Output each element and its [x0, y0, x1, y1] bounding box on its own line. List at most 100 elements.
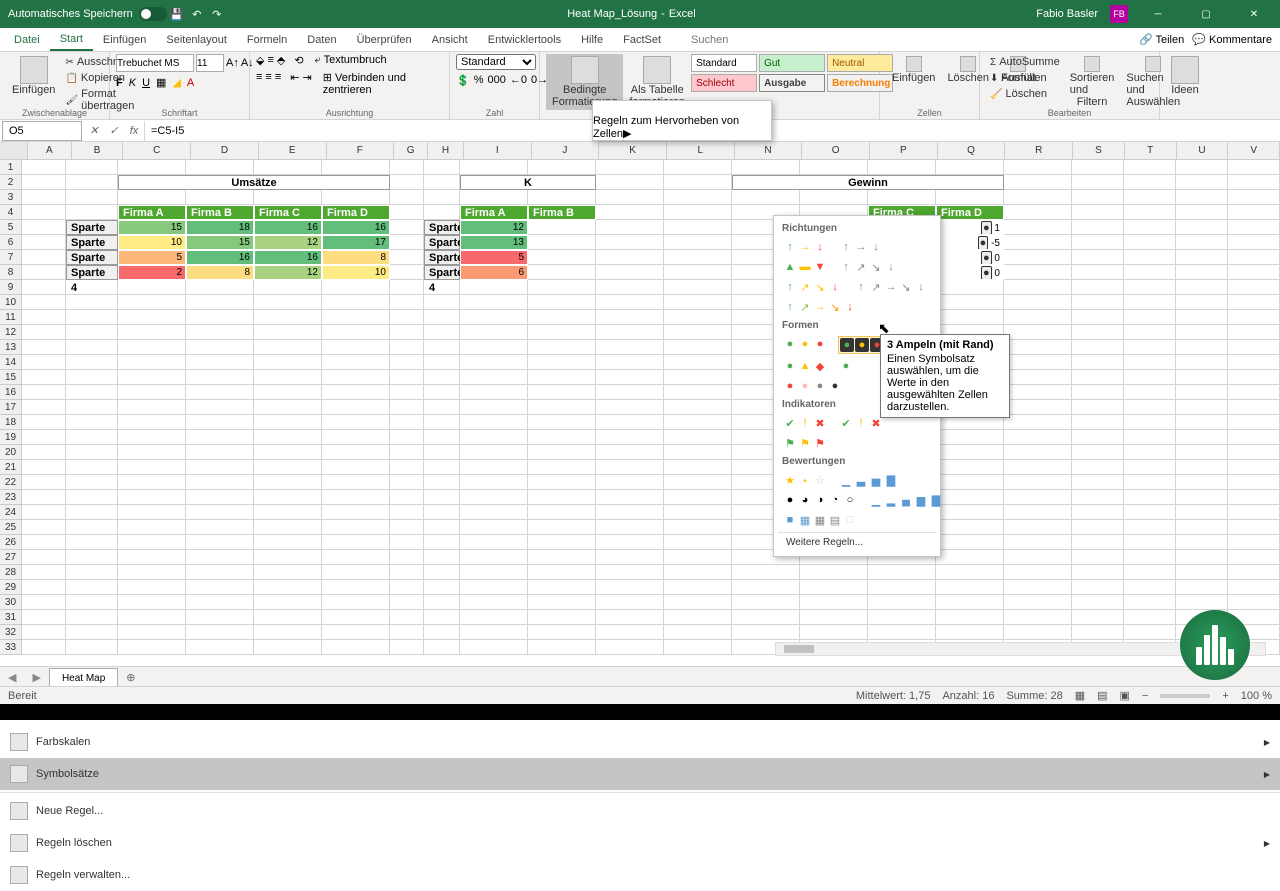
tab-factset[interactable]: FactSet [613, 30, 671, 50]
comma-icon[interactable]: 000 [487, 74, 505, 87]
cf-clear-rules[interactable]: Regeln löschen▶ [0, 827, 1280, 859]
tab-formeln[interactable]: Formeln [237, 30, 297, 50]
align-left-icon[interactable]: ≡ [256, 71, 262, 96]
sheet-area[interactable]: ABC DEF GHI JKL NOP QRS TUV 123456789101… [0, 142, 1280, 662]
italic-button[interactable]: K [129, 77, 136, 89]
insert-cells-button[interactable]: Einfügen [886, 54, 941, 86]
undo-icon[interactable]: ↶ [190, 7, 204, 21]
orient-icon[interactable]: ⟲ [294, 54, 303, 67]
view-layout-icon[interactable]: ▤ [1097, 689, 1107, 702]
fx-icon[interactable]: fx [124, 125, 144, 137]
user-badge[interactable]: FB [1110, 5, 1128, 23]
iconset-3arrows-gray[interactable]: ↑→↓ [838, 239, 884, 255]
font-grow-icon[interactable]: A↑ [226, 57, 239, 69]
close-icon[interactable]: ✕ [1236, 0, 1272, 28]
iconset-4arrows-gray[interactable]: ↑↗↘↓ [838, 259, 899, 275]
cf-manage-rules[interactable]: Regeln verwalten... [0, 859, 1280, 891]
font-color-icon[interactable]: A [187, 77, 194, 89]
autosum-button[interactable]: Σ AutoSumme [986, 54, 1064, 70]
wrap-button[interactable]: ⤶ Textumbruch [315, 54, 387, 67]
sheet-tab[interactable]: Heat Map [49, 668, 118, 688]
tab-einfuegen[interactable]: Einfügen [93, 30, 156, 50]
view-normal-icon[interactable]: ▦ [1075, 689, 1085, 702]
bold-button[interactable]: F [116, 77, 123, 89]
iconset-3symbols-circled[interactable]: ✔!✖ [782, 415, 828, 431]
maximize-icon[interactable]: ▢ [1188, 0, 1224, 28]
dec-inc-icon[interactable]: ←0 [510, 74, 527, 87]
iconset-more-rules[interactable]: Weitere Regeln... [778, 532, 936, 552]
iconset-5quarters[interactable]: ●◕◑◔○ [782, 492, 858, 508]
view-break-icon[interactable]: ▣ [1120, 689, 1130, 702]
comments-button[interactable]: 💬 Kommentare [1192, 33, 1272, 46]
align-right-icon[interactable]: ≡ [275, 71, 281, 96]
iconset-3symbols-uncircled[interactable]: ✔!✖ [838, 415, 884, 431]
zoom-out-icon[interactable]: − [1142, 690, 1148, 702]
style-ausgabe[interactable]: Ausgabe [759, 74, 825, 92]
iconset-3arrows-color[interactable]: ↑→↓ [782, 239, 828, 255]
share-button[interactable]: 🔗 Teilen [1139, 33, 1184, 46]
align-top-icon[interactable]: ⬙ [256, 54, 264, 67]
indent-dec-icon[interactable]: ⇤ [290, 71, 299, 96]
iconset-5bars[interactable]: ▁▂▄▆▇ [868, 492, 944, 508]
cf-iconsets[interactable]: Symbolsätze▶ [0, 758, 1280, 790]
currency-icon[interactable]: 💲 [456, 74, 470, 87]
autosave-toggle[interactable]: Automatisches Speichern [8, 7, 167, 21]
zoom-slider[interactable] [1160, 694, 1210, 698]
iconset-rb-circles[interactable]: ●●●● [782, 378, 843, 394]
iconset-4bars[interactable]: ▁▃▅▇ [838, 472, 899, 488]
iconset-5boxes[interactable]: ■▦▦▤□ [782, 512, 858, 528]
tab-nav-next[interactable]: ▶ [24, 671, 48, 684]
number-format[interactable]: Standard [456, 54, 536, 70]
name-box[interactable] [2, 121, 82, 141]
iconset-5arrows-color[interactable]: ↑↗→↘↓ [782, 299, 858, 315]
ideas-button[interactable]: Ideen [1166, 54, 1204, 98]
percent-icon[interactable]: % [474, 74, 484, 87]
tab-entwicklertools[interactable]: Entwicklertools [478, 30, 571, 50]
select-all[interactable] [0, 142, 28, 159]
font-size[interactable] [196, 54, 224, 72]
fill-color-icon[interactable]: ◢ [172, 76, 180, 89]
paste-button[interactable]: Einfügen [6, 54, 61, 114]
save-icon[interactable]: 💾 [170, 7, 184, 21]
search-input[interactable] [691, 34, 841, 46]
iconset-4arrows-color[interactable]: ↑↗↘↓ [782, 279, 843, 295]
style-gut[interactable]: Gut [759, 54, 825, 72]
iconset-3signs[interactable]: ●▲◆ [782, 358, 828, 374]
cf-colorscales[interactable]: Farbskalen▶ [0, 726, 1280, 758]
redo-icon[interactable]: ↷ [210, 7, 224, 21]
align-center-icon[interactable]: ≡ [265, 71, 271, 96]
clear-button[interactable]: 🧹 Löschen [986, 86, 1064, 102]
iconset-3traffic-rimmed[interactable]: ●●● [838, 336, 886, 354]
indent-inc-icon[interactable]: ⇥ [302, 71, 311, 96]
toggle-switch[interactable] [139, 7, 167, 21]
zoom-in-icon[interactable]: + [1222, 690, 1228, 702]
sort-filter-button[interactable]: Sortieren undFiltern [1064, 54, 1121, 110]
tab-seitenlayout[interactable]: Seitenlayout [156, 30, 237, 50]
tab-start[interactable]: Start [50, 29, 93, 51]
tab-ueberpruefen[interactable]: Überprüfen [347, 30, 422, 50]
tab-hilfe[interactable]: Hilfe [571, 30, 613, 50]
iconset-3flags[interactable]: ⚑⚑⚑ [782, 435, 828, 451]
iconset-5arrows-gray[interactable]: ↑↗→↘↓ [853, 279, 929, 295]
fx-accept-icon[interactable]: ✓ [104, 124, 124, 137]
iconset-3triangles[interactable]: ▲▬▼ [782, 259, 828, 275]
add-sheet-icon[interactable]: ⊕ [118, 671, 143, 684]
style-standard[interactable]: Standard [691, 54, 757, 72]
zoom-level[interactable]: 100 % [1241, 690, 1272, 702]
fill-button[interactable]: ⬇ Ausfüllen [986, 70, 1064, 86]
underline-button[interactable]: U [142, 77, 150, 89]
tab-datei[interactable]: Datei [4, 30, 50, 50]
iconset-4traffic[interactable]: ● [838, 358, 854, 374]
cf-new-rule[interactable]: Neue Regel... [0, 795, 1280, 827]
font-name[interactable] [116, 54, 194, 72]
align-bot-icon[interactable]: ⬘ [277, 54, 285, 67]
border-icon[interactable]: ▦ [156, 76, 166, 89]
minimize-icon[interactable]: ─ [1140, 0, 1176, 28]
style-schlecht[interactable]: Schlecht [691, 74, 757, 92]
merge-button[interactable]: ⊞ Verbinden und zentrieren [323, 71, 443, 96]
fx-cancel-icon[interactable]: ✕ [84, 124, 104, 137]
cf-highlight-rules[interactable] [593, 101, 771, 115]
iconset-3stars[interactable]: ★⋆☆ [782, 472, 828, 488]
iconset-3traffic-unrimmed[interactable]: ●●● [782, 336, 828, 354]
align-mid-icon[interactable]: ≡ [267, 54, 273, 67]
